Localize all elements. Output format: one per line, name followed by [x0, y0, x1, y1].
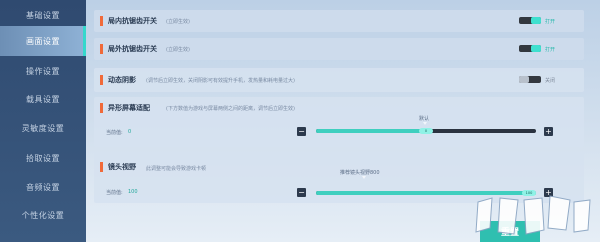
- sidebar-item-label: 拾取设置: [26, 153, 60, 163]
- recommended-marker-arrow: [362, 176, 366, 179]
- sidebar-item-label: 灵敏度设置: [21, 123, 65, 133]
- toggle-knob: [519, 76, 529, 83]
- row-accent: [100, 16, 103, 26]
- sidebar-item-vehicle[interactable]: 载具设置: [0, 84, 86, 114]
- watermark-logo: [475, 195, 591, 235]
- sidebar-item-label: 音频设置: [26, 182, 60, 192]
- setting-row-notch-fit: 异形屏幕适配 (下方数值为游戏与屏幕两侧之间的距离，调节后立即生效) 当前值: …: [94, 97, 584, 147]
- row-hint: (调节后立即生效，关闭阴影可有效提升手机，发热量和耗电量过大): [146, 78, 295, 84]
- current-value-label: 当前值:: [106, 130, 123, 136]
- dynamic-shadow-toggle[interactable]: [519, 76, 541, 83]
- row-title: 镜头视野: [108, 163, 136, 171]
- current-value-label: 当前值:: [106, 190, 123, 196]
- row-accent: [100, 75, 103, 85]
- notch-decrease-button[interactable]: −: [297, 127, 306, 136]
- sidebar-item-audio[interactable]: 音频设置: [0, 172, 86, 202]
- notch-increase-button[interactable]: +: [544, 127, 553, 136]
- row-title: 局内抗锯齿开关: [108, 17, 157, 25]
- row-hint: (下方数值为游戏与屏幕两侧之间的距离，调节后立即生效): [166, 106, 295, 112]
- sidebar-item-label: 画面设置: [26, 36, 60, 46]
- setting-row-in-game-aa: 局内抗锯齿开关 (立即生效) 打开: [94, 10, 584, 32]
- recommended-marker-label: 推荐镜头视野800: [340, 170, 380, 176]
- out-game-aa-toggle[interactable]: [519, 45, 541, 52]
- sidebar-item-label: 基础设置: [26, 10, 60, 20]
- toggle-knob: [531, 17, 541, 24]
- notch-slider-thumb[interactable]: 0: [419, 128, 433, 134]
- sidebar-item-label: 操作设置: [26, 66, 60, 76]
- row-title: 异形屏幕适配: [108, 104, 150, 112]
- sidebar-item-personalize[interactable]: 个性化设置: [0, 200, 86, 230]
- current-value: 100: [128, 189, 138, 195]
- row-accent: [100, 103, 103, 113]
- notch-slider-fill: [316, 129, 426, 133]
- sidebar-item-label: 载具设置: [26, 94, 60, 104]
- settings-sidebar: 基础设置 画面设置 操作设置 载具设置 灵敏度设置 拾取设置 音频设置 个性化设…: [0, 0, 86, 242]
- setting-row-out-game-aa: 局外抗锯齿开关 (立即生效) 打开: [94, 38, 584, 60]
- toggle-knob: [531, 45, 541, 52]
- row-title: 局外抗锯齿开关: [108, 45, 157, 53]
- default-marker-label: 默认: [419, 116, 430, 122]
- in-game-aa-toggle[interactable]: [519, 17, 541, 24]
- setting-row-dynamic-shadow: 动态阴影 (调节后立即生效，关闭阴影可有效提升手机，发热量和耗电量过大) 关闭: [94, 68, 584, 92]
- current-value: 0: [128, 129, 132, 135]
- default-marker-arrow: [423, 122, 427, 125]
- toggle-state-label: 打开: [545, 47, 556, 53]
- fov-decrease-button[interactable]: −: [297, 188, 306, 197]
- row-hint: (立即生效): [166, 47, 190, 53]
- row-accent: [100, 44, 103, 54]
- sidebar-item-controls[interactable]: 操作设置: [0, 56, 86, 86]
- sidebar-item-pickup[interactable]: 拾取设置: [0, 143, 86, 173]
- row-hint: 此调整可能会导致游戏卡顿: [146, 166, 207, 172]
- row-title: 动态阴影: [108, 76, 136, 84]
- sidebar-item-graphics[interactable]: 画面设置: [0, 26, 86, 56]
- row-hint: (立即生效): [166, 19, 190, 25]
- sidebar-item-label: 个性化设置: [21, 210, 65, 220]
- toggle-state-label: 关闭: [545, 78, 556, 84]
- toggle-state-label: 打开: [545, 19, 556, 25]
- row-accent: [100, 162, 103, 172]
- sidebar-item-sensitivity[interactable]: 灵敏度设置: [0, 113, 86, 143]
